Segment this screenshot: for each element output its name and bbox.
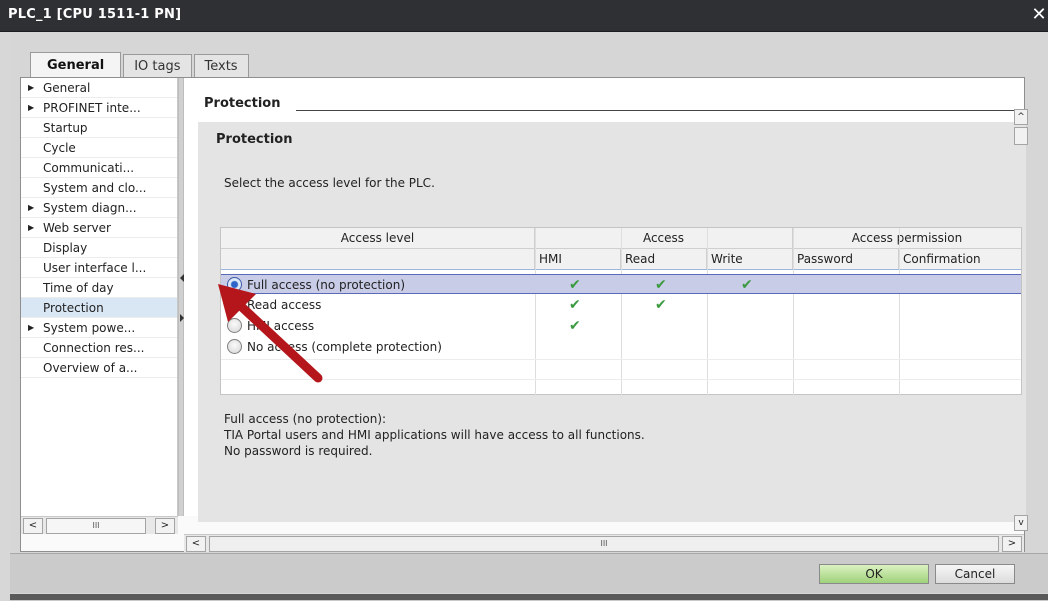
check-icon: ✔ — [569, 318, 581, 334]
access-description: Full access (no protection): TIA Portal … — [224, 411, 645, 459]
nav-item-time-of-day[interactable]: Time of day — [21, 278, 177, 298]
nav-scroll-left-button[interactable]: < — [23, 518, 43, 534]
header-access: Access — [535, 228, 793, 248]
nav-item-protection[interactable]: Protection — [21, 298, 177, 318]
tab-bar: General IO tags Texts — [30, 52, 251, 78]
properties-dialog: General IO tags Texts General PROFINET i… — [10, 32, 1048, 600]
table-row — [221, 379, 1021, 399]
nav-item-profinet[interactable]: PROFINET inte... — [21, 98, 177, 118]
dialog-footer: OK Cancel — [10, 553, 1048, 593]
header-password: Password — [793, 249, 899, 269]
access-level-table: Access level Access Access permission HM… — [220, 227, 1022, 396]
scroll-down-button[interactable]: v — [1014, 515, 1028, 531]
content-scroll-left-button[interactable]: < — [186, 536, 206, 552]
bottom-edge — [10, 594, 1048, 600]
content-scroll-right-button[interactable]: > — [1002, 536, 1022, 552]
nav-item-overview[interactable]: Overview of a... — [21, 358, 177, 378]
red-arrow-icon — [218, 284, 323, 383]
nav-item-web-server[interactable]: Web server — [21, 218, 177, 238]
description-heading: Full access (no protection): — [224, 412, 387, 426]
scroll-thumb[interactable] — [1014, 127, 1028, 145]
ok-button[interactable]: OK — [819, 564, 929, 584]
table-row[interactable]: No access (complete protection) — [221, 337, 1021, 357]
check-icon: ✔ — [741, 277, 753, 293]
content-scroll-thumb[interactable]: III — [209, 536, 999, 552]
tab-texts[interactable]: Texts — [193, 54, 249, 78]
check-icon: ✔ — [569, 297, 581, 313]
section-divider — [296, 110, 1019, 111]
table-row — [221, 359, 1021, 379]
window-title: PLC_1 [CPU 1511-1 PN] — [8, 7, 182, 22]
check-icon: ✔ — [569, 277, 581, 293]
nav-scroll-right-button[interactable]: > — [155, 518, 175, 534]
table-row[interactable]: Full access (no protection) ✔ ✔ ✔ — [221, 274, 1021, 294]
vertical-scrollbar[interactable]: ^ v — [1014, 109, 1030, 537]
cancel-button[interactable]: Cancel — [935, 564, 1015, 584]
properties-frame: General PROFINET inte... Startup Cycle C… — [20, 77, 1026, 552]
nav-item-startup[interactable]: Startup — [21, 118, 177, 138]
title-bar: PLC_1 [CPU 1511-1 PN] ✕ — [0, 0, 1048, 32]
nav-item-user-interface[interactable]: User interface l... — [21, 258, 177, 278]
section-title: Protection — [204, 96, 281, 111]
header-read: Read — [621, 249, 707, 269]
content-horizontal-scrollbar[interactable]: < III > — [184, 534, 1024, 552]
nav-tree: General PROFINET inte... Startup Cycle C… — [21, 78, 178, 516]
table-row[interactable]: Read access ✔ ✔ — [221, 295, 1021, 315]
nav-horizontal-scrollbar[interactable]: < III > — [21, 516, 178, 534]
header-access-permission: Access permission — [851, 231, 963, 245]
nav-item-connection-resources[interactable]: Connection res... — [21, 338, 177, 358]
header-write: Write — [707, 249, 793, 269]
tab-io-tags[interactable]: IO tags — [123, 54, 192, 78]
header-access-level: Access level — [221, 228, 535, 248]
nav-item-cycle[interactable]: Cycle — [21, 138, 177, 158]
header-hmi: HMI — [535, 249, 621, 269]
scroll-up-button[interactable]: ^ — [1014, 109, 1028, 125]
nav-item-system-diagnostics[interactable]: System diagn... — [21, 198, 177, 218]
nav-item-display[interactable]: Display — [21, 238, 177, 258]
description-password: No password is required. — [224, 444, 373, 458]
check-icon: ✔ — [655, 297, 667, 313]
panel-title: Protection — [216, 132, 293, 147]
nav-item-general[interactable]: General — [21, 78, 177, 98]
header-level-blank — [221, 249, 535, 269]
check-icon: ✔ — [655, 277, 667, 293]
nav-item-system-clock[interactable]: System and clo... — [21, 178, 177, 198]
left-edge — [0, 32, 10, 601]
tab-general[interactable]: General — [30, 52, 122, 78]
nav-scroll-thumb[interactable]: III — [46, 518, 146, 534]
instruction-text: Select the access level for the PLC. — [224, 176, 435, 190]
nav-item-communication[interactable]: Communicati... — [21, 158, 177, 178]
description-detail: TIA Portal users and HMI applications wi… — [224, 428, 645, 442]
close-icon[interactable]: ✕ — [1030, 3, 1048, 27]
header-confirmation: Confirmation — [903, 252, 981, 266]
nav-item-system-power[interactable]: System powe... — [21, 318, 177, 338]
table-row[interactable]: HMI access ✔ — [221, 316, 1021, 336]
